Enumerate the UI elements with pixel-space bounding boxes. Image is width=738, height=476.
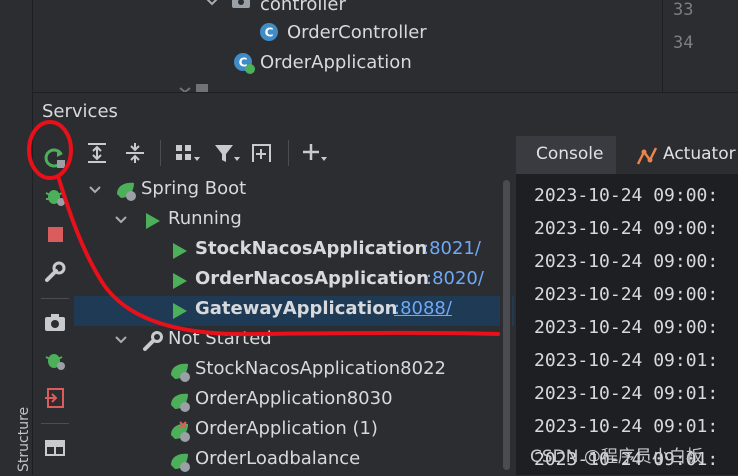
tree-row-service-selected[interactable]: GatewayApplication :8088/ [74,296,514,326]
chevron-down-icon[interactable] [88,184,102,196]
tree-app-orderapplication[interactable]: OrderApplication [260,52,412,73]
log-line: 2023-10-24 09:00: [534,317,719,338]
divider [41,298,69,299]
tree-row-spring-boot[interactable]: Spring Boot [74,176,514,206]
spring-boot-icon [168,361,192,383]
rerun-icon[interactable] [43,146,67,170]
tree-label: Not Started [168,328,272,349]
spring-boot-error-icon [168,421,192,443]
stop-icon[interactable] [43,222,67,246]
tree-row-config[interactable]: OrderApplication8030 [74,386,514,416]
tree-label: Running [168,208,242,229]
config-name: OrderLoadbalance [195,448,361,469]
service-name: OrderNacosApplication [195,268,429,289]
debug-icon[interactable] [43,184,67,208]
tree-row-service[interactable]: StockNacosApplication :8021/ [74,236,514,266]
log-line: 2023-10-24 09:01: [534,416,719,437]
editor-gutter: 33 34 [662,0,738,92]
wrench-icon [142,330,164,352]
watermark: CSDN @程序员小白板 [530,447,703,467]
tab-label: Console [536,144,604,164]
chevron-down-icon[interactable] [205,0,219,8]
service-name: StockNacosApplication [195,238,428,259]
debug-attach-icon[interactable] [43,348,67,372]
actuator-icon [635,144,659,168]
structure-tab-label: Structure [16,406,32,472]
structure-tab[interactable]: Structure [4,392,32,474]
tree-row-config[interactable]: OrderApplication (1) [74,416,514,446]
group-by-icon[interactable] [172,140,200,166]
layout-icon[interactable] [43,436,67,460]
spring-boot-icon [168,391,192,413]
line-number: 34 [673,33,694,53]
run-icon [171,271,189,291]
config-name: OrderApplication (1) [195,418,378,439]
svg-text:C: C [265,26,274,40]
filter-icon[interactable] [212,140,240,166]
services-title: Services [42,101,118,122]
services-action-bar [33,130,73,475]
tab-console[interactable]: Console [516,136,616,174]
run-icon [171,241,189,261]
service-port-link[interactable]: :8020/ [426,268,484,289]
tab-actuator[interactable]: Actuator [630,136,738,174]
log-line: 2023-10-24 09:00: [534,284,719,305]
config-name: OrderApplication8030 [195,388,393,409]
run-icon [171,301,189,321]
services-tree: Spring Boot Running StockNacosApplicatio… [74,176,514,475]
add-service-icon[interactable] [300,140,327,166]
tree-row-config[interactable]: StockNacosApplication8022 [74,356,514,386]
tab-label: Actuator [663,144,736,164]
log-line: 2023-10-24 09:01: [534,383,719,404]
tree-scrollbar-thumb[interactable] [503,180,510,470]
chevron-down-icon[interactable] [114,334,128,346]
tree-row-running[interactable]: Running [74,206,514,236]
chevron-down-icon[interactable] [114,214,128,226]
log-line: 2023-10-24 09:00: [534,251,719,272]
toolbar-separator [288,140,289,166]
config-name: StockNacosApplication8022 [195,358,446,379]
service-port-link[interactable]: :8088/ [394,298,452,319]
services-header [33,92,738,129]
folder-icon [178,82,208,92]
wrench-icon[interactable] [43,260,67,284]
spring-boot-icon [168,451,192,473]
service-name: GatewayApplication [195,298,398,319]
log-line: 2023-10-24 09:00: [534,185,719,206]
tree-label: Spring Boot [141,178,247,199]
spring-boot-icon [114,180,138,202]
run-icon [144,211,162,231]
console-output[interactable]: 2023-10-24 09:00: 2023-10-24 09:00: 2023… [516,175,738,475]
service-port-link[interactable]: :8021/ [423,238,481,259]
log-line: 2023-10-24 09:01: [534,350,719,371]
tree-row-config[interactable]: OrderLoadbalance [74,446,514,476]
collapse-all-icon[interactable] [122,140,148,166]
spring-app-icon: C [233,52,255,74]
exit-icon[interactable] [43,386,67,410]
services-toolbar [74,130,514,175]
class-icon: C [259,22,279,42]
line-number: 33 [673,0,694,20]
new-tab-icon[interactable] [250,140,276,166]
expand-all-icon[interactable] [84,140,110,166]
tree-row-service[interactable]: OrderNacosApplication :8020/ [74,266,514,296]
log-line: 2023-10-24 09:00: [534,218,719,239]
tree-folder-controller[interactable]: controller [260,0,346,15]
project-tree: controller C OrderController C OrderAppl… [33,0,661,92]
tree-class-ordercontroller[interactable]: OrderController [287,22,427,43]
divider [41,423,69,424]
toolbar-separator [160,140,161,166]
package-icon [231,0,251,10]
camera-icon[interactable] [43,310,67,334]
tree-row-not-started[interactable]: Not Started [74,326,514,356]
